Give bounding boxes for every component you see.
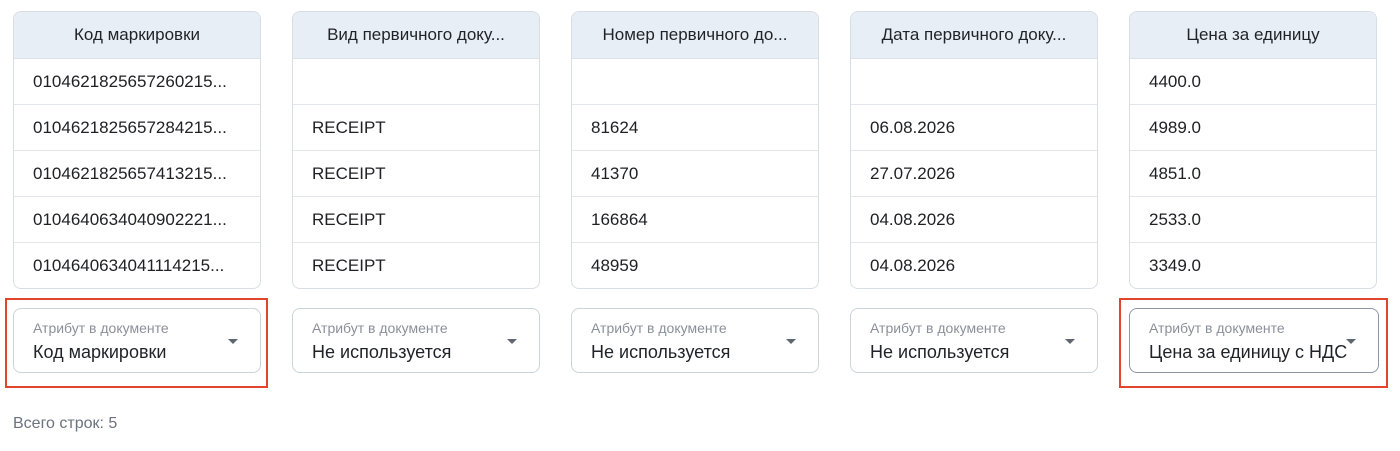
select-value: Не используется <box>870 342 1010 362</box>
dropdown-arrow-icon[interactable] <box>786 339 796 344</box>
select-value: Код маркировки <box>33 342 167 362</box>
dropdown-arrow-icon[interactable] <box>1065 339 1075 344</box>
table-cell: 48959 <box>591 255 639 275</box>
attribute-select[interactable]: Атрибут в документе Не используется <box>850 308 1098 373</box>
table-cell: 0104640634041114215... <box>33 255 225 275</box>
column-header: Код маркировки <box>14 12 260 59</box>
dropdown-arrow-icon[interactable] <box>228 339 238 344</box>
table-cell: 4989.0 <box>1130 105 1376 151</box>
preview-table: Дата первичного доку... 06.08.2026 27.07… <box>850 11 1098 289</box>
attribute-select[interactable]: Атрибут в документе Не используется <box>571 308 819 373</box>
column-header: Номер первичного до... <box>572 12 818 59</box>
dropdown-arrow-icon[interactable] <box>507 339 517 344</box>
table-cell: 04.08.2026 <box>851 197 1097 243</box>
table-cell: 0104621825657260215... <box>14 59 260 105</box>
attribute-select[interactable]: Атрибут в документе Цена за единицу с НД… <box>1129 308 1379 373</box>
table-cell: 166864 <box>572 197 818 243</box>
table-cell: RECEIPT <box>293 105 539 151</box>
attribute-select-container: Атрибут в документе Не используется <box>292 300 540 386</box>
dropdown-arrow-icon[interactable] <box>1346 339 1356 344</box>
table-cell: RECEIPT <box>293 197 539 243</box>
table-cell: 0104621825657284215... <box>14 105 260 151</box>
column-unit-price: Цена за единицу 4400.0 4989.0 4851.0 253… <box>1129 11 1377 289</box>
table-cell: 81624 <box>572 105 818 151</box>
table-cell <box>572 59 818 105</box>
attribute-select-container: Атрибут в документе Не используется <box>850 300 1098 386</box>
table-cell: 3349.0 <box>1149 255 1201 275</box>
highlight-frame: Атрибут в документе Код маркировки <box>5 298 268 388</box>
table-cell: RECEIPT <box>312 255 386 275</box>
table-cell: 2533.0 <box>1130 197 1376 243</box>
select-label: Атрибут в документе <box>870 320 1006 336</box>
attribute-select[interactable]: Атрибут в документе Код маркировки <box>13 308 261 373</box>
table-cell: 0104621825657413215... <box>14 151 260 197</box>
table-cell: 4851.0 <box>1130 151 1376 197</box>
preview-table: Цена за единицу 4400.0 4989.0 4851.0 253… <box>1129 11 1377 289</box>
total-rows-label: Всего строк: 5 <box>13 415 118 432</box>
column-header: Дата первичного доку... <box>851 12 1097 59</box>
table-cell: 06.08.2026 <box>851 105 1097 151</box>
preview-table: Код маркировки 0104621825657260215... 01… <box>13 11 261 289</box>
column-marking-code: Код маркировки 0104621825657260215... 01… <box>13 11 261 289</box>
column-header: Вид первичного доку... <box>293 12 539 59</box>
column-header: Цена за единицу <box>1130 12 1376 59</box>
table-cell: 27.07.2026 <box>851 151 1097 197</box>
column-doc-type: Вид первичного доку... RECEIPT RECEIPT R… <box>292 11 540 289</box>
select-label: Атрибут в документе <box>312 320 448 336</box>
select-value: Цена за единицу с НДС <box>1149 342 1348 362</box>
select-value: Не используется <box>591 342 731 362</box>
select-label: Атрибут в документе <box>591 320 727 336</box>
select-label: Атрибут в документе <box>1149 320 1285 336</box>
table-cell: RECEIPT <box>293 151 539 197</box>
select-label: Атрибут в документе <box>33 320 169 336</box>
table-cell: 4400.0 <box>1130 59 1376 105</box>
highlight-frame: Атрибут в документе Цена за единицу с НД… <box>1119 298 1388 388</box>
table-cell <box>851 59 1097 105</box>
attribute-select[interactable]: Атрибут в документе Не используется <box>292 308 540 373</box>
column-doc-date: Дата первичного доку... 06.08.2026 27.07… <box>850 11 1098 289</box>
select-value: Не используется <box>312 342 452 362</box>
column-doc-number: Номер первичного до... 81624 41370 16686… <box>571 11 819 289</box>
attribute-select-container: Атрибут в документе Не используется <box>571 300 819 386</box>
table-cell: 0104640634040902221... <box>14 197 260 243</box>
table-cell: 41370 <box>572 151 818 197</box>
table-cell: 04.08.2026 <box>870 255 956 275</box>
preview-table: Вид первичного доку... RECEIPT RECEIPT R… <box>292 11 540 289</box>
table-cell <box>293 59 539 105</box>
preview-table: Номер первичного до... 81624 41370 16686… <box>571 11 819 289</box>
